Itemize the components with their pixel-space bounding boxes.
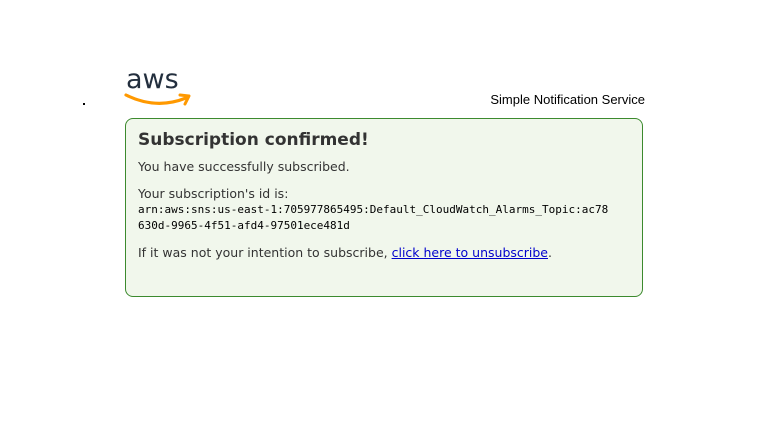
unsubscribe-notice-prefix: If it was not your intention to subscrib… [138, 245, 392, 260]
service-name: Simple Notification Service [490, 92, 645, 107]
subscription-id-label: Your subscription's id is: [138, 186, 289, 201]
unsubscribe-notice: If it was not your intention to subscrib… [138, 245, 630, 261]
page: aws Simple Notification Service Subscrip… [0, 0, 779, 421]
unsubscribe-notice-suffix: . [548, 245, 552, 260]
aws-smile [124, 93, 188, 105]
aws-logo-text: aws [126, 64, 179, 95]
success-message: You have successfully subscribed. [138, 159, 350, 174]
unsubscribe-link[interactable]: click here to unsubscribe [392, 245, 548, 260]
card-title: Subscription confirmed! [138, 130, 369, 150]
confirmation-card: Subscription confirmed! You have success… [125, 118, 643, 297]
header: aws Simple Notification Service [124, 62, 645, 110]
aws-logo-icon: aws [124, 64, 191, 106]
stray-dot [83, 103, 85, 105]
subscription-arn: arn:aws:sns:us-east-1:705977865495:Defau… [138, 203, 609, 232]
